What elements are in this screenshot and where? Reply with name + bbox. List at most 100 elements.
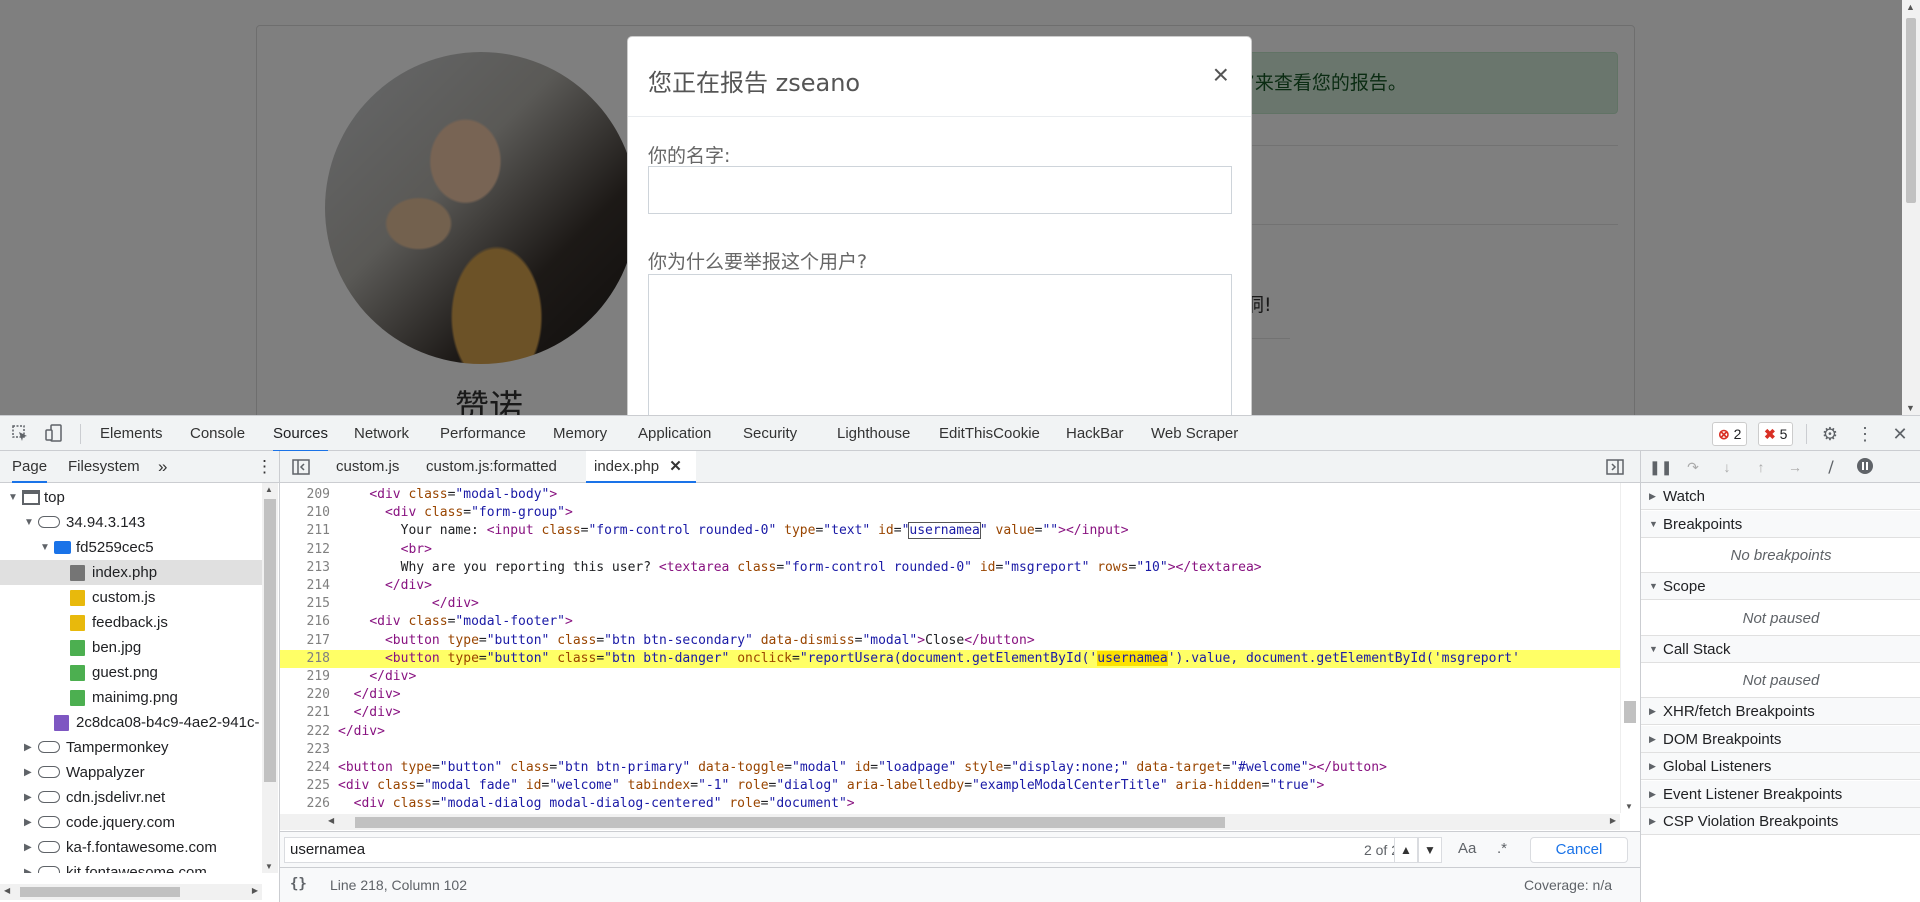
scroll-down-icon[interactable]: ▼ [265,862,273,871]
line-number[interactable]: 211 [280,522,330,540]
close-icon[interactable]: × [1213,59,1229,91]
page-scrollbar[interactable]: ▲ ▼ [1902,0,1920,415]
issues-badge[interactable]: ✖ 5 [1758,422,1794,446]
toggle-debugger-icon[interactable] [1606,451,1624,483]
collapsed-arrow-icon[interactable]: ▶ [24,785,32,810]
scroll-down-icon[interactable]: ▼ [1625,802,1633,811]
tree-item[interactable]: ▼ fd5259cec5 [0,535,262,560]
line-number[interactable]: 218 [280,650,330,668]
code-horizontal-scrollbar-thumb[interactable] [355,817,1225,828]
collapsed-arrow-icon[interactable]: ▶ [24,760,32,785]
debugger-section-header[interactable]: ▶ CSP Violation Breakpoints [1641,808,1920,835]
tab-memory[interactable]: Memory [553,416,607,452]
username-input[interactable] [648,166,1232,214]
tree-item[interactable]: ▼ 34.94.3.143 [0,510,262,535]
line-number[interactable]: 216 [280,613,330,631]
tree-item[interactable]: ▶ cdn.jsdelivr.net [0,785,262,810]
line-number[interactable]: 212 [280,541,330,559]
code-line[interactable]: 218 <button type="button" class="btn btn… [280,649,1620,668]
debugger-section-header[interactable]: ▼ Call Stack [1641,635,1920,663]
line-number[interactable]: 213 [280,559,330,577]
tab-security[interactable]: Security [743,416,797,452]
previous-match-icon[interactable]: ▲ [1394,837,1418,863]
code-line[interactable]: 210 <div class="form-group"> [280,504,1620,522]
tab-performance[interactable]: Performance [440,416,526,452]
line-number[interactable]: 226 [280,795,330,813]
line-number[interactable]: 210 [280,504,330,522]
tree-item[interactable]: 2c8dca08-b4c9-4ae2-941c- [0,710,262,735]
debugger-section-header[interactable]: ▶ Global Listeners [1641,753,1920,780]
code-vertical-scrollbar-thumb[interactable] [1624,701,1636,723]
gear-icon[interactable]: ⚙ [1820,424,1840,444]
cancel-find-button[interactable]: Cancel [1530,837,1628,863]
line-number[interactable]: 219 [280,668,330,686]
scroll-right-icon[interactable]: ▶ [1610,816,1616,825]
debugger-section-header[interactable]: ▶ DOM Breakpoints [1641,725,1920,753]
line-number[interactable]: 209 [280,486,330,504]
tree-item[interactable]: ▶ ka-f.fontawesome.com [0,835,262,860]
collapsed-arrow-icon[interactable]: ▶ [1649,753,1656,780]
code-line[interactable]: 215 </div> [280,595,1620,613]
code-line[interactable]: 213 Why are you reporting this user? <te… [280,559,1620,577]
scroll-up-icon[interactable]: ▲ [265,485,273,494]
tree-item[interactable]: index.php [0,560,262,585]
page-scrollbar-thumb[interactable] [1906,18,1916,203]
collapsed-arrow-icon[interactable]: ▶ [24,810,32,835]
toggle-navigator-icon[interactable] [292,451,310,483]
code-line[interactable]: 226 <div class="modal-dialog modal-dialo… [280,795,1620,813]
line-number[interactable]: 220 [280,686,330,704]
collapsed-arrow-icon[interactable]: ▶ [1649,808,1656,835]
expanded-arrow-icon[interactable]: ▼ [1649,573,1658,600]
pause-icon[interactable]: ❚❚ [1649,457,1672,477]
tree-item[interactable]: ▼ top [0,485,262,510]
collapsed-arrow-icon[interactable]: ▶ [1649,781,1656,808]
line-number[interactable]: 217 [280,632,330,650]
code-line[interactable]: 222 </div> [280,723,1620,741]
find-input[interactable]: usernamea 2 of 2 [284,837,1408,863]
editor-tab-custom-js-formatted[interactable]: custom.js:formatted [418,451,565,483]
tree-vertical-scrollbar[interactable]: ▲ ▼ [262,483,278,873]
collapsed-arrow-icon[interactable]: ▶ [1649,698,1656,725]
pause-on-exceptions-icon[interactable] [1855,457,1875,477]
pretty-print-icon[interactable]: {} [290,876,307,892]
code-line[interactable]: 216 <div class="modal-footer"> [280,613,1620,631]
report-message-textarea[interactable] [648,274,1232,415]
code-line[interactable]: 224 <button type="button" class="btn btn-… [280,759,1620,777]
line-number[interactable]: 215 [280,595,330,613]
tree-item[interactable]: ▶ code.jquery.com [0,810,262,835]
deactivate-breakpoints-icon[interactable]: ⧸ [1821,457,1841,477]
debugger-section-header[interactable]: ▶ Watch [1641,483,1920,510]
scroll-left-icon[interactable]: ◀ [328,816,334,825]
tree-horizontal-scrollbar[interactable]: ◀ ▶ [0,884,262,900]
scroll-up-icon[interactable]: ▲ [1906,2,1915,12]
more-options-icon[interactable]: ⋮ [1855,424,1875,444]
code-line[interactable]: 212 <br> [280,541,1620,559]
code-line[interactable]: 209 <div class="modal-body"> [280,486,1620,504]
expanded-arrow-icon[interactable]: ▼ [40,535,50,560]
tree-item[interactable]: ▶ kit.fontawesome.com [0,860,262,873]
code-vertical-scrollbar[interactable]: ▼ [1620,483,1638,813]
step-out-icon[interactable]: ↑ [1751,457,1771,477]
inspect-element-icon[interactable] [10,424,30,444]
debugger-section-header[interactable]: ▼ Breakpoints [1641,510,1920,538]
code-horizontal-scrollbar[interactable]: ◀ ▶ [280,814,1620,830]
tab-network[interactable]: Network [354,416,409,452]
close-devtools-icon[interactable]: ✕ [1890,424,1910,444]
debugger-section-header[interactable]: ▼ Scope [1641,573,1920,600]
code-line[interactable]: 219 </div> [280,668,1620,686]
code-line[interactable]: 214 </div> [280,577,1620,595]
code-view[interactable]: 209 <div class="modal-body"> 210 <div cla… [280,483,1620,813]
close-tab-icon[interactable]: ✕ [669,458,682,475]
tab-elements[interactable]: Elements [100,416,163,452]
tab-application[interactable]: Application [638,416,711,452]
device-toolbar-icon[interactable] [44,424,64,444]
line-number[interactable]: 221 [280,704,330,722]
expanded-arrow-icon[interactable]: ▼ [1649,511,1658,538]
coverage-status[interactable]: Coverage: n/a [1524,877,1612,893]
line-number[interactable]: 223 [280,741,330,759]
code-line[interactable]: 220 </div> [280,686,1620,704]
expanded-arrow-icon[interactable]: ▼ [24,510,34,535]
expanded-arrow-icon[interactable]: ▼ [1649,636,1658,663]
more-tabs-icon[interactable]: » [158,451,167,483]
tab-sources[interactable]: Sources [273,416,329,452]
